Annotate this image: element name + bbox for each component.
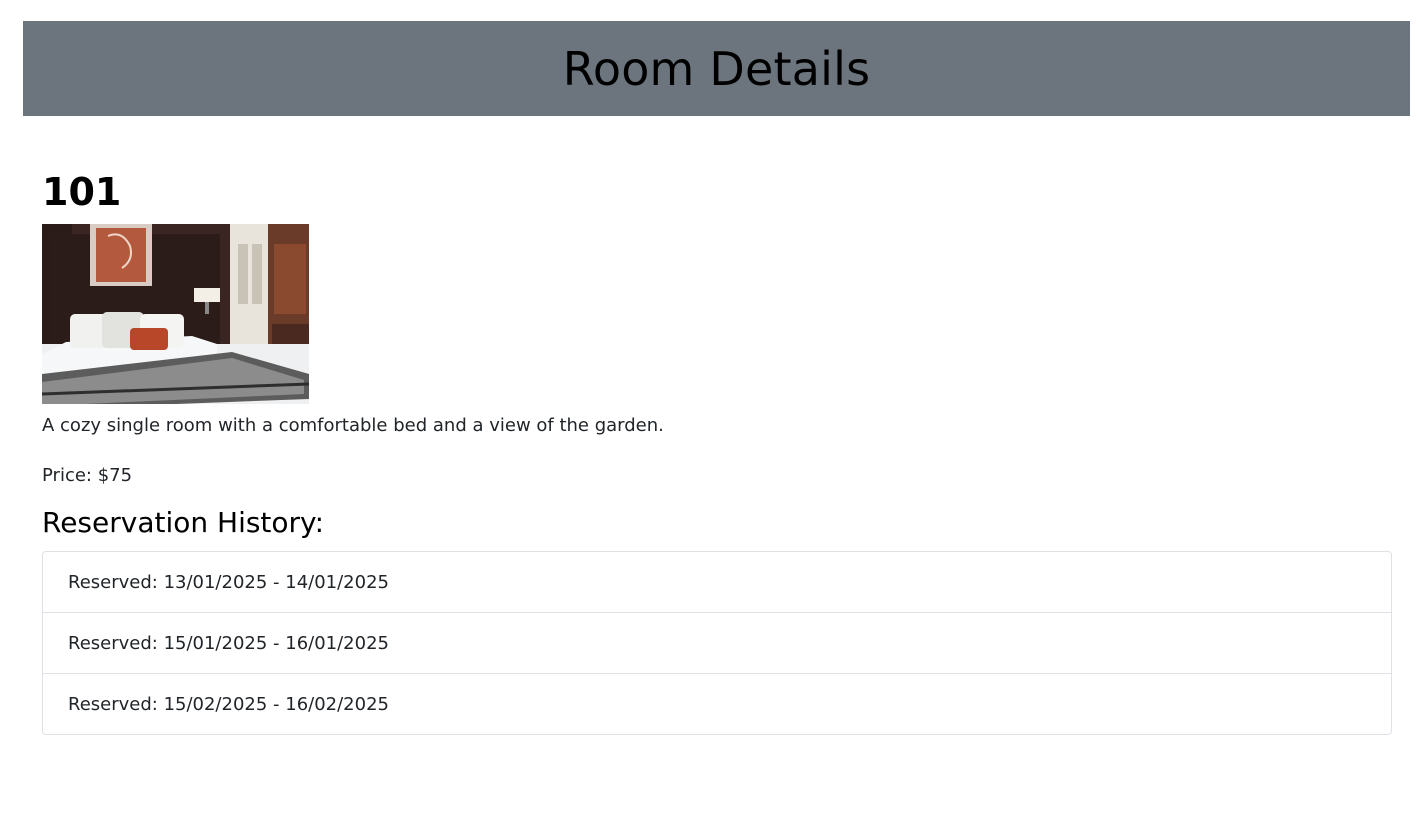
- reservation-history-title: Reservation History:: [42, 506, 325, 539]
- page-title: Room Details: [562, 41, 871, 96]
- reservation-item: Reserved: 13/01/2025 - 14/01/2025: [68, 571, 389, 593]
- reservation-item: Reserved: 15/02/2025 - 16/02/2025: [43, 673, 1391, 734]
- reservation-item: Reserved: 15/01/2025 - 16/01/2025: [43, 612, 1391, 673]
- page-header: Room Details: [23, 21, 1410, 116]
- room-number: 101: [42, 170, 122, 214]
- room-price: Price: $75: [42, 465, 133, 486]
- room-description: A cozy single room with a comfortable be…: [42, 415, 664, 436]
- room-image: [42, 224, 309, 409]
- reservation-history-list: Reserved: 13/01/2025 - 14/01/2025 Reserv…: [42, 551, 1392, 735]
- room-details: 101 A cozy single room with a comfortabl…: [42, 168, 1392, 735]
